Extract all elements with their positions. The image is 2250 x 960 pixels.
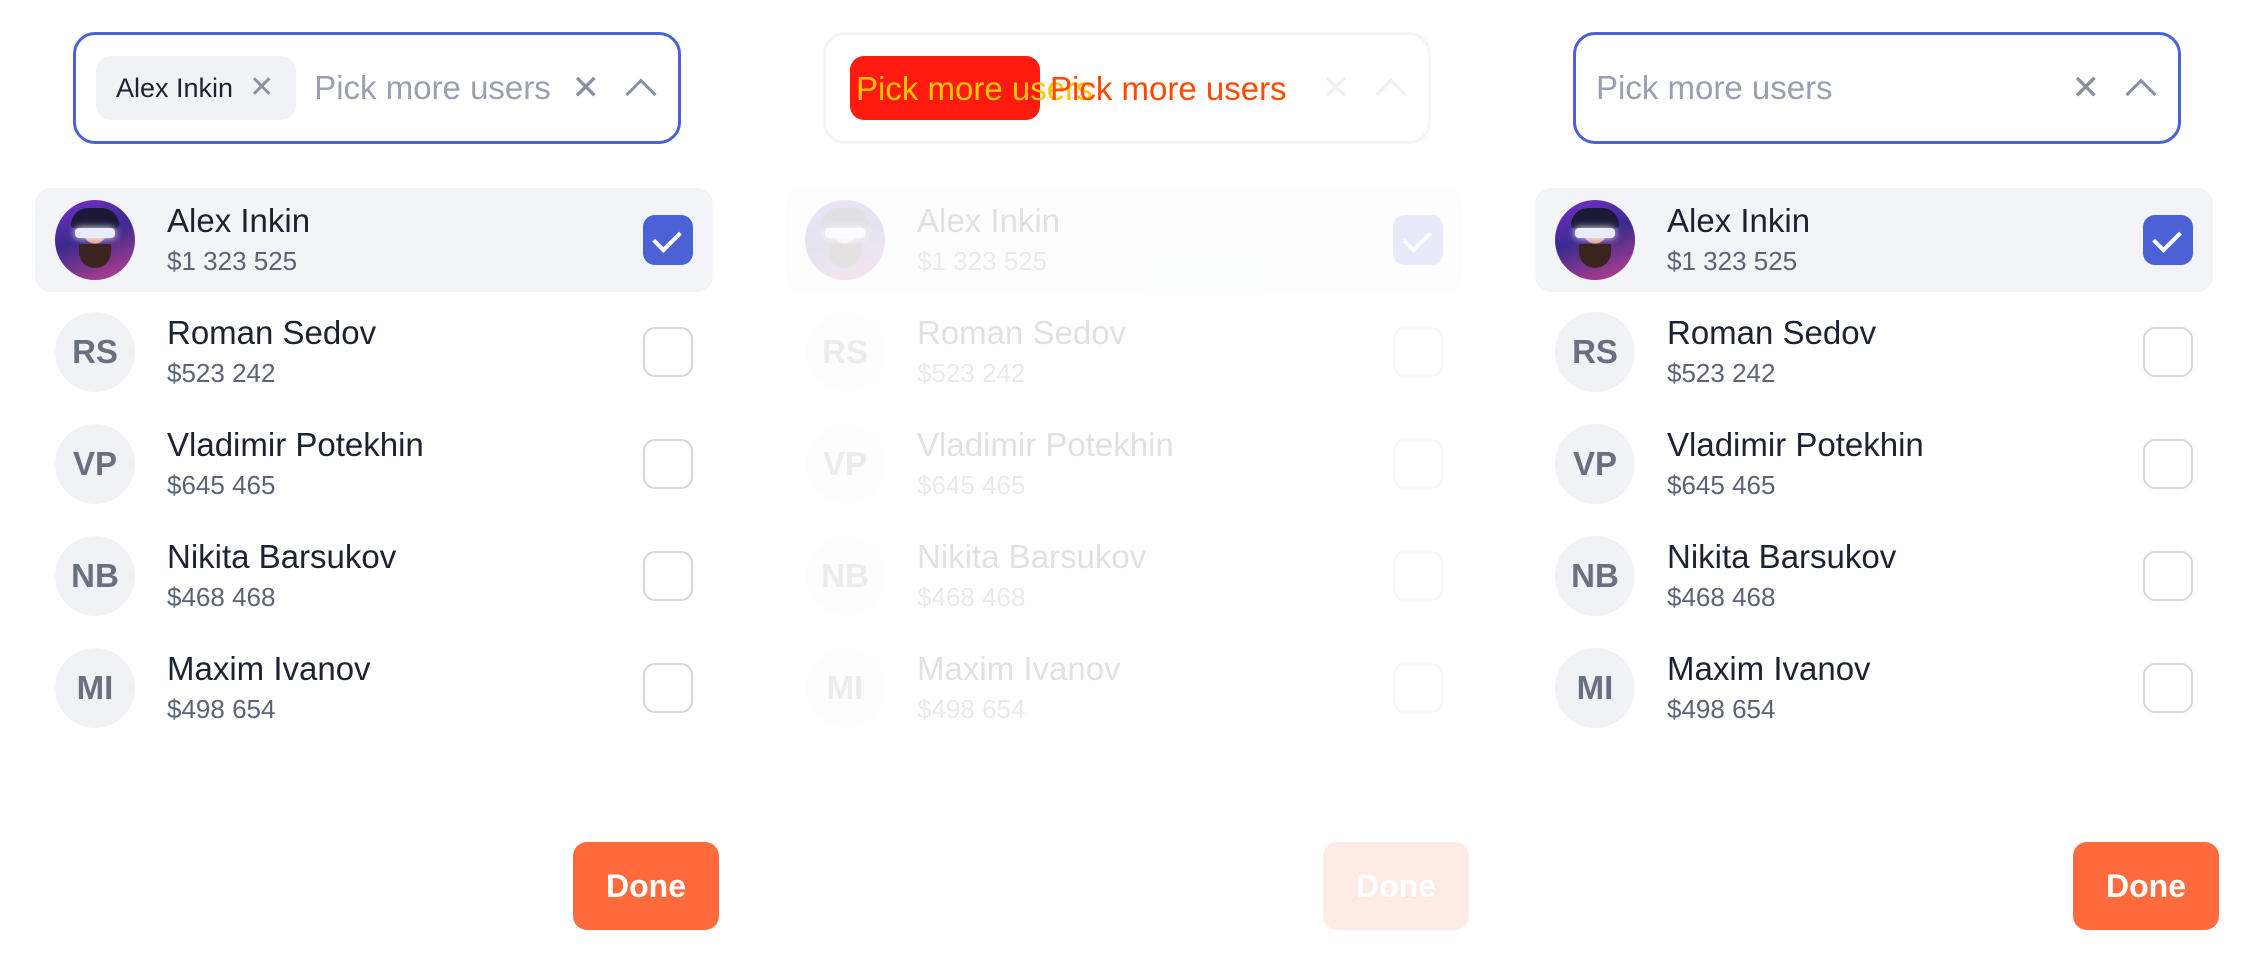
user-list: Alex Inkin $1 323 525 RS Roman Sedov $52… [785,188,1463,748]
user-checkbox[interactable] [1393,439,1443,489]
user-row[interactable]: Alex Inkin $1 323 525 [35,188,713,292]
user-amount: $645 465 [167,470,276,500]
avatar: NB [55,536,135,616]
user-amount: $523 242 [917,358,1026,388]
clear-icon[interactable]: ✕ [2072,71,2101,105]
user-amount: $498 654 [1667,694,1776,724]
user-picker-panel-1: Alex Inkin ✕ Pick more users ✕ Alex Inki… [35,0,735,960]
glitch-text: Pick more users [1050,70,1287,107]
user-name: Roman Sedov [917,314,1127,351]
glitch-overlay: Pick more users Pick more users [850,56,1350,126]
user-row[interactable]: MI Maxim Ivanov $498 654 [1535,636,2213,740]
user-checkbox[interactable] [1393,327,1443,377]
done-button[interactable]: Done [573,842,719,930]
user-amount: $1 323 525 [1667,246,1798,276]
user-amount: $468 468 [167,582,276,612]
chip-label: Alex Inkin [116,72,234,103]
user-name: Alex Inkin [167,202,311,239]
user-row[interactable]: NB Nikita Barsukov $468 468 [35,524,713,628]
chevron-up-icon[interactable] [2125,78,2157,110]
user-row[interactable]: Alex Inkin $1 323 525 [1535,188,2213,292]
user-amount: $645 465 [917,470,1026,500]
user-checkbox[interactable] [643,663,693,713]
user-amount: $1 323 525 [917,246,1048,276]
user-name: Maxim Ivanov [1667,650,1871,687]
user-row[interactable]: RS Roman Sedov $523 242 [785,300,1463,404]
user-row[interactable]: Alex Inkin $1 323 525 [785,188,1463,292]
user-row[interactable]: RS Roman Sedov $523 242 [35,300,713,404]
user-amount: $468 468 [1667,582,1776,612]
user-name: Maxim Ivanov [917,650,1121,687]
user-name: Roman Sedov [1667,314,1877,351]
user-name: Vladimir Potekhin [917,426,1174,463]
avatar: MI [55,648,135,728]
user-name: Alex Inkin [917,202,1061,239]
chevron-up-icon[interactable] [625,78,657,110]
avatar: NB [805,536,885,616]
avatar [55,200,135,280]
user-name: Nikita Barsukov [917,538,1147,575]
user-checkbox[interactable] [643,551,693,601]
avatar [1555,200,1635,280]
user-checkbox[interactable] [2143,551,2193,601]
user-name: Vladimir Potekhin [1667,426,1924,463]
user-checkbox[interactable] [1393,551,1443,601]
chevron-up-icon[interactable] [1375,78,1407,110]
user-row[interactable]: VP Vladimir Potekhin $645 465 [1535,412,2213,516]
avatar: MI [805,648,885,728]
user-list: Alex Inkin $1 323 525 RS Roman Sedov $52… [35,188,713,748]
user-checkbox[interactable] [2143,215,2193,265]
user-select-field[interactable]: Pick more users ✕ [1573,32,2181,144]
user-name: Maxim Ivanov [167,650,371,687]
user-checkbox[interactable] [1393,215,1443,265]
user-checkbox[interactable] [643,439,693,489]
done-button[interactable]: Done [1323,842,1469,930]
user-amount: $523 242 [1667,358,1776,388]
user-row[interactable]: RS Roman Sedov $523 242 [1535,300,2213,404]
avatar [805,200,885,280]
user-amount: $1 323 525 [167,246,298,276]
user-list: Alex Inkin $1 323 525 RS Roman Sedov $52… [1535,188,2213,748]
user-name: Roman Sedov [167,314,377,351]
user-row[interactable]: NB Nikita Barsukov $468 468 [785,524,1463,628]
multi-select-demo: Alex Inkin ✕ Pick more users ✕ Alex Inki… [0,0,2250,960]
search-placeholder[interactable]: Pick more users [1596,69,2060,107]
user-picker-panel-2: Pick more users ✕ Alex Inkin $1 323 525 … [785,0,1485,960]
user-amount: $468 468 [917,582,1026,612]
user-checkbox[interactable] [2143,327,2193,377]
user-checkbox[interactable] [2143,663,2193,713]
user-name: Nikita Barsukov [167,538,397,575]
done-button[interactable]: Done [2073,842,2219,930]
avatar: RS [55,312,135,392]
user-row[interactable]: MI Maxim Ivanov $498 654 [35,636,713,740]
user-amount: $498 654 [167,694,276,724]
avatar: VP [55,424,135,504]
search-placeholder[interactable]: Pick more users [314,69,559,107]
avatar: VP [805,424,885,504]
user-name: Vladimir Potekhin [167,426,424,463]
user-name: Nikita Barsukov [1667,538,1897,575]
user-checkbox[interactable] [643,215,693,265]
selected-user-chip[interactable]: Alex Inkin ✕ [96,56,297,120]
user-row[interactable]: NB Nikita Barsukov $468 468 [1535,524,2213,628]
user-row[interactable]: VP Vladimir Potekhin $645 465 [785,412,1463,516]
user-picker-panel-3: Pick more users ✕ Alex Inkin $1 323 525 … [1535,0,2235,960]
avatar: NB [1555,536,1635,616]
user-amount: $523 242 [167,358,276,388]
avatar: RS [1555,312,1635,392]
user-row[interactable]: VP Vladimir Potekhin $645 465 [35,412,713,516]
user-checkbox[interactable] [643,327,693,377]
avatar: MI [1555,648,1635,728]
user-amount: $498 654 [917,694,1026,724]
user-name: Alex Inkin [1667,202,1811,239]
chip-remove-icon[interactable]: ✕ [249,73,274,103]
avatar: VP [1555,424,1635,504]
user-checkbox[interactable] [2143,439,2193,489]
user-select-field[interactable]: Alex Inkin ✕ Pick more users ✕ [73,32,681,144]
user-row[interactable]: MI Maxim Ivanov $498 654 [785,636,1463,740]
user-checkbox[interactable] [1393,663,1443,713]
user-amount: $645 465 [1667,470,1776,500]
avatar: RS [805,312,885,392]
clear-icon[interactable]: ✕ [572,71,601,105]
